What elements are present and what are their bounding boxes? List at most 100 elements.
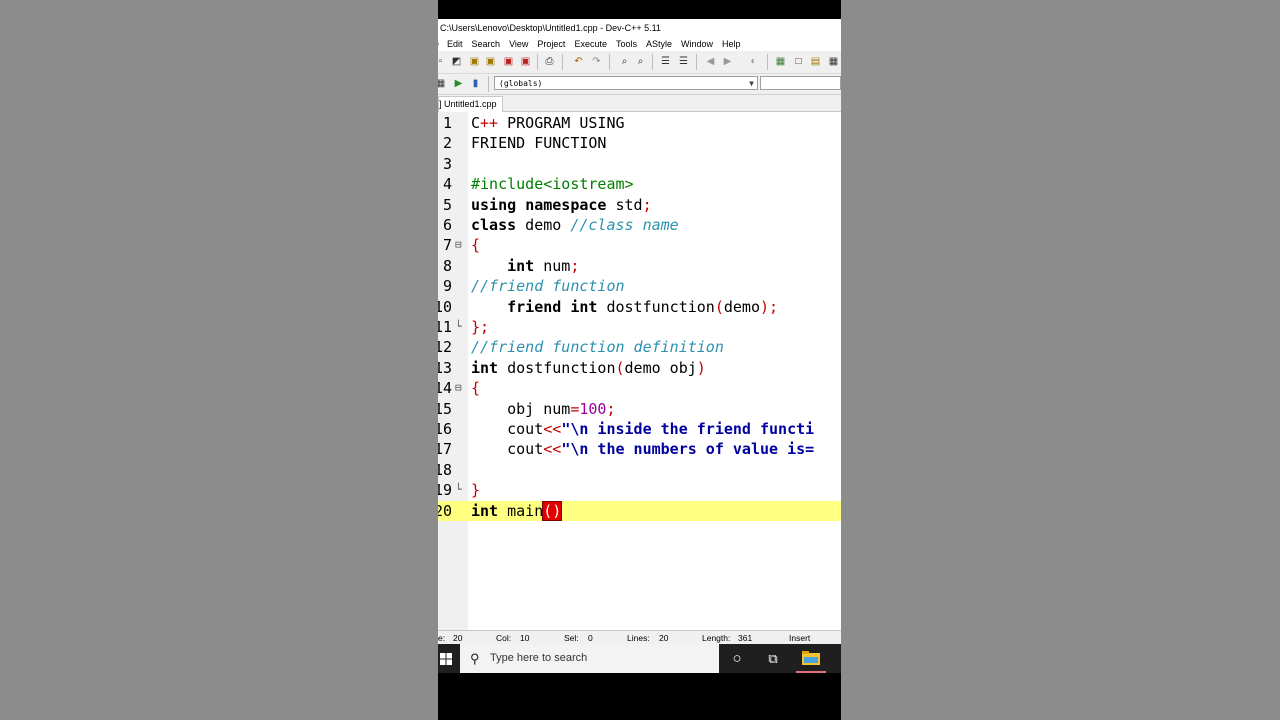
- status-lines-label: Lines:: [627, 633, 650, 643]
- status-lines-value: 20: [659, 633, 669, 643]
- code-line[interactable]: 2 FRIEND FUNCTION: [438, 133, 841, 153]
- code-text: int dostfunction(demo obj): [471, 358, 706, 378]
- code-token: //class name: [570, 216, 679, 234]
- code-line[interactable]: 6 class demo //class name: [438, 215, 841, 235]
- code-token: num: [534, 256, 571, 275]
- code-line[interactable]: 14 ⊟ {: [438, 378, 841, 398]
- code-token: int: [570, 297, 598, 316]
- code-line[interactable]: 4 #include<iostream>: [438, 174, 841, 194]
- menu-view[interactable]: View: [509, 37, 528, 51]
- print-icon[interactable]: ⎙: [543, 55, 556, 68]
- close-file-icon[interactable]: ▣: [502, 55, 515, 68]
- code-token: "\n inside the friend functi: [561, 420, 815, 438]
- toolbar-separator: [696, 54, 697, 70]
- line-number: 7: [442, 236, 452, 255]
- windows-start-icon[interactable]: [440, 653, 452, 665]
- project-add-icon[interactable]: □: [792, 55, 805, 68]
- code-line[interactable]: 5 using namespace std;: [438, 195, 841, 215]
- compile-run-icon[interactable]: ▮: [469, 77, 482, 90]
- menu-help[interactable]: Help: [722, 37, 741, 51]
- toolbar-separator: [609, 54, 610, 70]
- code-line[interactable]: 16 cout<<"\n inside the friend functi: [438, 419, 841, 439]
- line-number: 5: [442, 195, 452, 214]
- code-token: demo: [516, 216, 571, 234]
- save-icon[interactable]: ▣: [468, 55, 481, 68]
- active-app-indicator: [796, 671, 826, 673]
- line-number: 4: [442, 175, 452, 194]
- line-number: 12: [438, 338, 452, 357]
- close-all-icon[interactable]: ▣: [519, 55, 532, 68]
- code-line[interactable]: 8 int num;: [438, 256, 841, 276]
- new-file-icon[interactable]: ▫: [438, 55, 447, 68]
- status-length-label: Length:: [702, 633, 731, 643]
- taskbar-search-box[interactable]: ⚲ Type here to search: [460, 644, 719, 673]
- code-token: #include<iostream>: [471, 175, 634, 194]
- open-file-icon[interactable]: ◩: [450, 55, 463, 68]
- project-remove-icon[interactable]: ▤: [809, 55, 822, 68]
- code-line[interactable]: 12 //friend function definition: [438, 337, 841, 357]
- indent-icon[interactable]: ☰: [659, 55, 672, 68]
- bookmark-icon[interactable]: ◐: [747, 55, 760, 68]
- code-token: ): [696, 358, 706, 377]
- compile-icon[interactable]: ▦: [438, 77, 447, 90]
- code-line[interactable]: 15 obj num=100;: [438, 399, 841, 419]
- scope-combobox[interactable]: (globals) ▼: [494, 76, 758, 90]
- run-icon[interactable]: ▶: [452, 77, 465, 90]
- blurred-background-left: [0, 0, 438, 720]
- go-back-icon[interactable]: ◀: [704, 55, 717, 68]
- status-col-value: 10: [520, 633, 530, 643]
- toolbar-separator: [767, 54, 768, 70]
- menu-astyle[interactable]: AStyle: [646, 37, 672, 51]
- menu-edit[interactable]: Edit: [447, 37, 463, 51]
- code-text: //friend function: [471, 276, 625, 296]
- symbol-combobox[interactable]: [760, 76, 841, 90]
- task-view-icon[interactable]: ⧉: [758, 644, 788, 673]
- find-icon[interactable]: ⌕: [618, 55, 631, 68]
- unindent-icon[interactable]: ☰: [677, 55, 690, 68]
- secondary-toolbar: ▦ ▶ ▮ (globals) ▼: [438, 74, 841, 95]
- go-forward-icon[interactable]: ▶: [721, 55, 734, 68]
- code-line[interactable]: 3: [438, 154, 841, 174]
- status-mode: Insert: [789, 633, 811, 643]
- fold-collapse-icon[interactable]: ⊟: [455, 235, 462, 255]
- code-line[interactable]: 19 └}: [438, 480, 841, 500]
- code-line[interactable]: 1 C++ PROGRAM USING: [438, 113, 841, 133]
- code-line[interactable]: 11 └};: [438, 317, 841, 337]
- code-line[interactable]: 17 cout<<"\n the numbers of value is=: [438, 439, 841, 459]
- code-line[interactable]: 9 //friend function: [438, 276, 841, 296]
- code-token: PROGRAM USING: [498, 114, 625, 132]
- tab-untitled1[interactable]: ] Untitled1.cpp: [438, 96, 503, 112]
- menu-tools[interactable]: Tools: [616, 37, 637, 51]
- code-text: using namespace std;: [471, 195, 652, 215]
- fold-collapse-icon[interactable]: ⊟: [455, 378, 462, 398]
- fold-end-icon: └: [455, 320, 462, 333]
- status-col-label: Col:: [496, 633, 512, 643]
- undo-icon[interactable]: ↶: [572, 55, 585, 68]
- code-line[interactable]: 13 int dostfunction(demo obj): [438, 358, 841, 378]
- code-editor[interactable]: 1 C++ PROGRAM USING 2 FRIEND FUNCTION 3 4 #inc…: [438, 112, 841, 630]
- redo-icon[interactable]: ↷: [590, 55, 603, 68]
- cortana-icon[interactable]: ○: [722, 644, 752, 673]
- save-all-icon[interactable]: ▣: [484, 55, 497, 68]
- replace-icon[interactable]: ⌕: [634, 55, 647, 68]
- editor-tabs: ] Untitled1.cpp: [438, 95, 841, 112]
- line-number: 20: [438, 501, 452, 520]
- menu-window[interactable]: Window: [681, 37, 713, 51]
- code-line[interactable]: 10 friend int dostfunction(demo);: [438, 297, 841, 317]
- project-options-icon[interactable]: ▦: [827, 55, 840, 68]
- code-line[interactable]: 20 int main(): [438, 500, 841, 521]
- line-number: 3: [442, 154, 452, 173]
- code-token: {: [471, 236, 481, 255]
- code-line[interactable]: 7 ⊟ {: [438, 235, 841, 255]
- code-line[interactable]: 18: [438, 460, 841, 480]
- menu-file[interactable]: le: [438, 37, 439, 51]
- code-token: ;: [570, 256, 580, 275]
- menu-execute[interactable]: Execute: [574, 37, 607, 51]
- menu-search[interactable]: Search: [472, 37, 501, 51]
- menu-project[interactable]: Project: [537, 37, 565, 51]
- project-new-icon[interactable]: ▦: [774, 55, 787, 68]
- status-sel-label: Sel:: [564, 633, 579, 643]
- file-explorer-icon[interactable]: [796, 644, 826, 673]
- code-text: class demo //class name: [471, 215, 679, 235]
